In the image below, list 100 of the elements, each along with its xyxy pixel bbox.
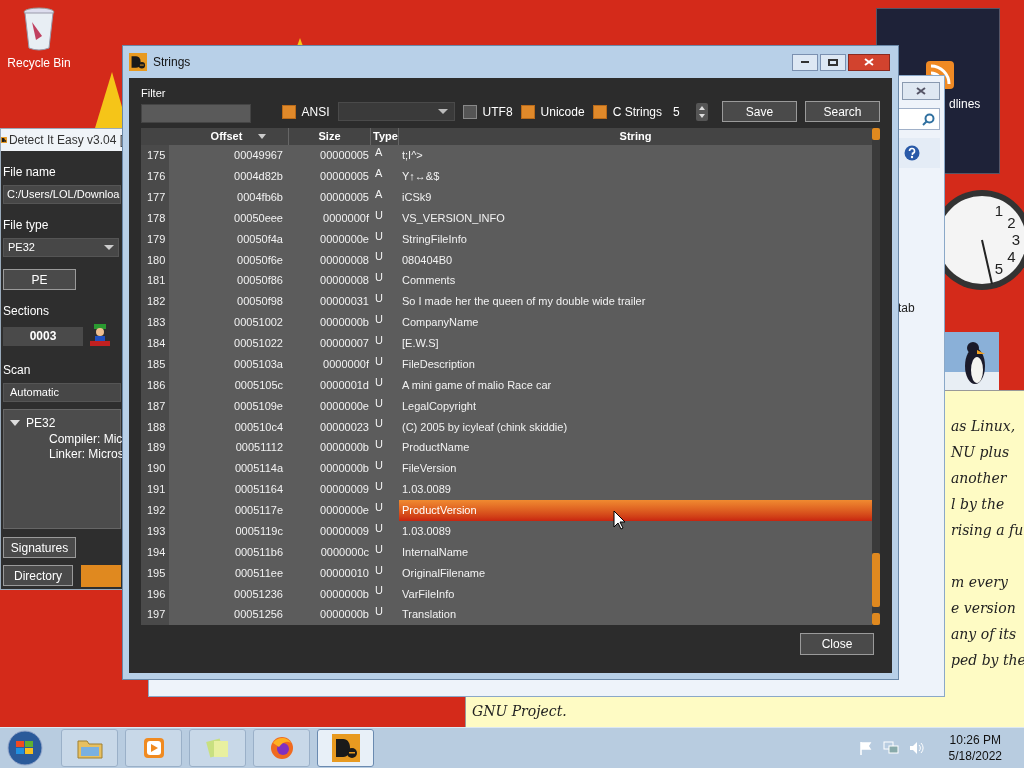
close-icon [916, 87, 926, 95]
start-button[interactable] [4, 729, 46, 767]
table-row[interactable]: 179 00050f4a 0000000e U StringFileInfo [141, 228, 872, 250]
directory-button[interactable]: Directory [3, 565, 73, 586]
checkbox[interactable] [281, 104, 296, 119]
tree-item[interactable]: PE32 [26, 414, 56, 432]
close-button[interactable] [848, 53, 890, 71]
clock[interactable]: 10:26 PM 5/18/2022 [948, 732, 1002, 764]
table-cell-text: 00000007 [319, 336, 370, 352]
table-row[interactable]: 189 00051112 0000000b U ProductName [141, 437, 872, 459]
table-cell-text: 1.03.0089 [401, 523, 452, 539]
length-spinbox[interactable]: 5 [670, 102, 708, 121]
checkbox-label[interactable]: ANSI [301, 102, 330, 121]
scan-mode-dropdown[interactable]: Automatic [3, 383, 121, 402]
table-cell-text: 00050f98 [236, 294, 284, 310]
table-cell-text: 000510c4 [233, 419, 284, 435]
table-row[interactable]: 184 00051022 00000007 U [E.W.S] [141, 332, 872, 354]
table-row[interactable]: 177 0004fb6b 00000005 A iCSk9 [141, 186, 872, 208]
table-row[interactable]: 186 0005105c 0000001d U A mini game of malio Race car [141, 374, 872, 396]
field-label: File name [3, 164, 57, 181]
spin-arrows-icon [696, 102, 708, 121]
table-row[interactable]: 183 00051002 0000000b U CompanyName [141, 312, 872, 333]
table-cell-text: U [374, 562, 384, 578]
table-cell-text: A mini game of malio Race car [401, 377, 553, 393]
table-row[interactable]: 195 000511ee 00000010 U OriginalFilename [141, 562, 872, 584]
table-cell-text: 00051256 [233, 607, 284, 623]
taskbar-button[interactable] [317, 729, 374, 767]
table-row[interactable]: 194 000511b6 0000000c U InternalName [141, 541, 872, 563]
checkbox-label[interactable]: Unicode [540, 102, 585, 121]
note-text: any of its [951, 625, 1018, 644]
row-number: 186 [141, 374, 169, 396]
table-cell-text: 00050eee [233, 210, 284, 226]
table-row[interactable]: 181 00050f86 00000008 U Comments [141, 270, 872, 292]
table-row[interactable]: 187 0005109e 0000000e U LegalCopyright [141, 395, 872, 417]
pe-button[interactable]: PE [3, 269, 76, 290]
checkbox[interactable] [520, 104, 535, 119]
desktop-icon-label[interactable]: Recycle Bin [7, 54, 71, 72]
search-icon [922, 112, 935, 126]
row-number: 179 [141, 228, 169, 250]
search-field[interactable] [898, 108, 940, 130]
trash-icon[interactable] [22, 6, 56, 52]
table-row[interactable]: 192 0005117e 0000000e U ProductVersion [141, 499, 872, 521]
play-icon [141, 736, 166, 760]
table-cell-text: 0000000e [319, 231, 370, 247]
row-number: 187 [141, 395, 169, 417]
table-cell-text: 00051164 [233, 482, 284, 498]
tree-toggle[interactable] [10, 420, 20, 426]
table-cell-text: 0000000f [322, 210, 370, 226]
table-row[interactable]: 190 0005114a 0000000b U FileVersion [141, 458, 872, 479]
row-number: 184 [141, 332, 169, 354]
table-cell-text: [E.W.S] [401, 336, 440, 352]
close-button[interactable] [902, 82, 940, 100]
scroll-down-icon [872, 613, 880, 625]
table-row[interactable]: 185 0005103a 0000000f U FileDescription [141, 353, 872, 375]
scrollbar[interactable] [872, 128, 880, 625]
file-type-dropdown[interactable]: PE32 [3, 238, 119, 257]
signatures-button[interactable]: Signatures [3, 537, 76, 558]
table-cell-text: 0000000b [319, 315, 370, 331]
table-cell-text: U [374, 312, 384, 327]
checkbox-label[interactable]: C Strings [612, 102, 662, 121]
maximize-button[interactable] [820, 53, 846, 71]
table-cell-text: 0000000b [319, 586, 370, 602]
table-cell-text: 0000000e [319, 398, 370, 414]
table-cell-text: FileDescription [401, 356, 476, 372]
save-button[interactable]: Save [722, 101, 797, 122]
file-name-field[interactable]: C:/Users/LOL/Downloa [3, 185, 121, 204]
table-cell-text: 00049967 [233, 148, 284, 164]
table-row[interactable]: 196 00051236 0000000b U VarFileInfo [141, 583, 872, 605]
table-row[interactable]: 191 00051164 00000009 U 1.03.0089 [141, 479, 872, 500]
table-row[interactable]: 188 000510c4 00000023 U (C) 2005 by icyleaf (chink skiddie) [141, 416, 872, 438]
close-button[interactable]: Close [800, 633, 874, 655]
help-icon[interactable] [904, 145, 920, 161]
checkbox-label[interactable]: UTF8 [482, 102, 513, 121]
field-label: Sections [3, 303, 51, 320]
minimize-button[interactable] [792, 53, 818, 71]
table-row[interactable]: 197 00051256 0000000b U Translation [141, 604, 872, 625]
column-header[interactable]: Offset [169, 128, 289, 145]
checkbox[interactable] [592, 104, 607, 119]
table-cell-text: U [374, 520, 384, 536]
table-cell-text: U [374, 332, 384, 348]
table-cell-text: 00000005 [319, 189, 370, 205]
checkbox[interactable] [462, 104, 477, 119]
filter-field[interactable] [141, 104, 251, 123]
table-row[interactable]: 176 0004d82b 00000005 A Y↑↔&$ [141, 165, 872, 187]
table-row[interactable]: 178 00050eee 0000000f U VS_VERSION_INFO [141, 207, 872, 229]
scrollbar-thumb[interactable] [872, 553, 880, 607]
table-cell-text: t;I^> [401, 148, 424, 164]
table-cell-text: U [374, 437, 384, 453]
search-button[interactable]: Search [805, 101, 880, 122]
table-row[interactable]: 182 00050f98 00000031 U So I made her the queen of my double wide trailer [141, 291, 872, 312]
table-row[interactable]: 175 00049967 00000005 A t;I^> [141, 145, 872, 166]
column-header[interactable]: Size [289, 128, 371, 145]
column-header[interactable]: Type [371, 128, 399, 145]
table-row[interactable]: 180 00050f6e 00000008 U 080404B0 [141, 249, 872, 271]
table-cell-text: 00051022 [233, 336, 284, 352]
table-row[interactable]: 193 0005119c 00000009 U 1.03.0089 [141, 520, 872, 542]
table-cell-text: 0004fb6b [236, 189, 284, 205]
table-cell-text: 00000009 [319, 523, 370, 539]
column-header[interactable]: String [399, 128, 872, 145]
table-cell-text: U [374, 270, 384, 286]
